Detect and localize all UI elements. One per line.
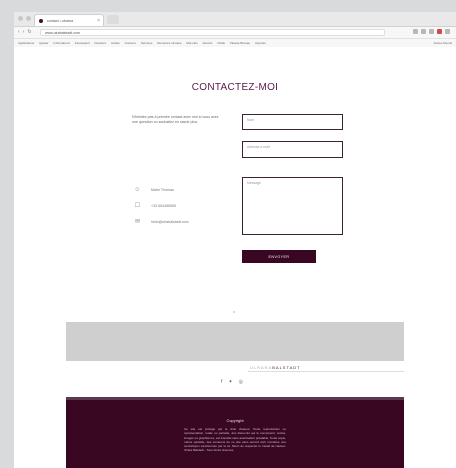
browser-tab[interactable]: contact • ulrarna ×: [34, 14, 104, 26]
bookmark-item[interactable]: Importer: [255, 41, 266, 45]
bookmark-item[interactable]: Informations: [53, 41, 70, 45]
phone-icon: ☐: [134, 203, 141, 209]
page-title: CONTACTEZ-MOI: [191, 82, 279, 93]
twitter-icon[interactable]: ✦: [228, 379, 238, 385]
bookmark-other[interactable]: Autres favoris: [434, 39, 452, 47]
new-tab-button[interactable]: [107, 15, 119, 24]
bookmark-item[interactable]: Outils: [217, 41, 225, 45]
contact-phone: +33 654456565: [151, 203, 177, 208]
favicon-icon: [39, 19, 43, 23]
close-tab-icon[interactable]: ×: [97, 15, 100, 27]
bookmark-item[interactable]: Dossiers: [94, 41, 106, 45]
footer: Copyright Ce site est protégé par le dro…: [66, 397, 404, 468]
bookmark-item[interactable]: Cartes: [111, 41, 120, 45]
browser-titlebar: contact • ulrarna ×: [14, 12, 456, 27]
mail-icon: ✉: [134, 219, 141, 225]
browser-window: contact • ulrarna × ‹›↻ www.ulrabalstadt…: [14, 12, 456, 468]
email-placeholder: Adresse e-mail: [247, 145, 270, 149]
send-button[interactable]: ENVOYER: [242, 250, 316, 263]
bookmark-item[interactable]: Vitesse Bureau: [230, 41, 250, 45]
footer-title: Copyright: [226, 418, 244, 423]
social-links: f✦◎: [14, 379, 456, 385]
address-toolbar: ‹›↻ www.ulrabalstadt.com: [14, 27, 456, 39]
divider-dot: [233, 311, 235, 313]
contact-intro-text: N'hésitez pas à prendre contact avec moi…: [132, 115, 219, 124]
contact-phone-row: ☐ +33 654456565: [134, 202, 176, 209]
contact-name: Marie Thomas: [151, 187, 174, 192]
extension-icons[interactable]: [413, 29, 450, 34]
logo-part-2: BALSTADT: [272, 365, 301, 370]
bookmark-item[interactable]: Interessant: [75, 41, 90, 45]
instagram-icon[interactable]: ◎: [239, 379, 249, 385]
banner-divider: [248, 371, 404, 372]
name-input[interactable]: Nom: [242, 114, 343, 130]
footer-text: Ce site est protégé par le droit d'auteu…: [184, 427, 286, 453]
url-bar[interactable]: www.ulrabalstadt.com: [40, 29, 385, 36]
name-placeholder: Nom: [247, 118, 255, 122]
bookmark-item[interactable]: Contenu: [125, 41, 136, 45]
bookmark-item[interactable]: Favoris: [203, 41, 213, 45]
message-placeholder: Message: [247, 181, 261, 185]
contact-name-row: ☺ Marie Thomas: [134, 186, 174, 193]
logo-part-1: ULRARA: [250, 365, 273, 370]
bookmark-item[interactable]: Dernieres minutes: [157, 41, 181, 45]
person-icon: ☺: [134, 186, 141, 193]
page-content: CONTACTEZ-MOI N'hésitez pas à prendre co…: [14, 47, 456, 468]
navigation-buttons[interactable]: ‹›↻: [18, 29, 35, 35]
bookmark-item[interactable]: Ajouter: [39, 41, 49, 45]
message-textarea[interactable]: Message: [242, 177, 343, 235]
contact-email-row: ✉ hello@ulrabalstadt.com: [134, 218, 189, 225]
footer-top-strip: [66, 397, 404, 400]
contact-email[interactable]: hello@ulrabalstadt.com: [151, 220, 189, 224]
tab-title: contact • ulrarna: [47, 19, 74, 23]
url-text: www.ulrabalstadt.com: [45, 31, 80, 35]
bookmark-item[interactable]: Applications: [18, 41, 34, 45]
bookmark-item[interactable]: Services: [141, 41, 153, 45]
banner-logo: ULRARABALSTADT: [250, 365, 301, 370]
bookmark-item[interactable]: Mot-cles: [186, 41, 197, 45]
image-banner: [66, 322, 404, 361]
email-input[interactable]: Adresse e-mail: [242, 141, 343, 158]
